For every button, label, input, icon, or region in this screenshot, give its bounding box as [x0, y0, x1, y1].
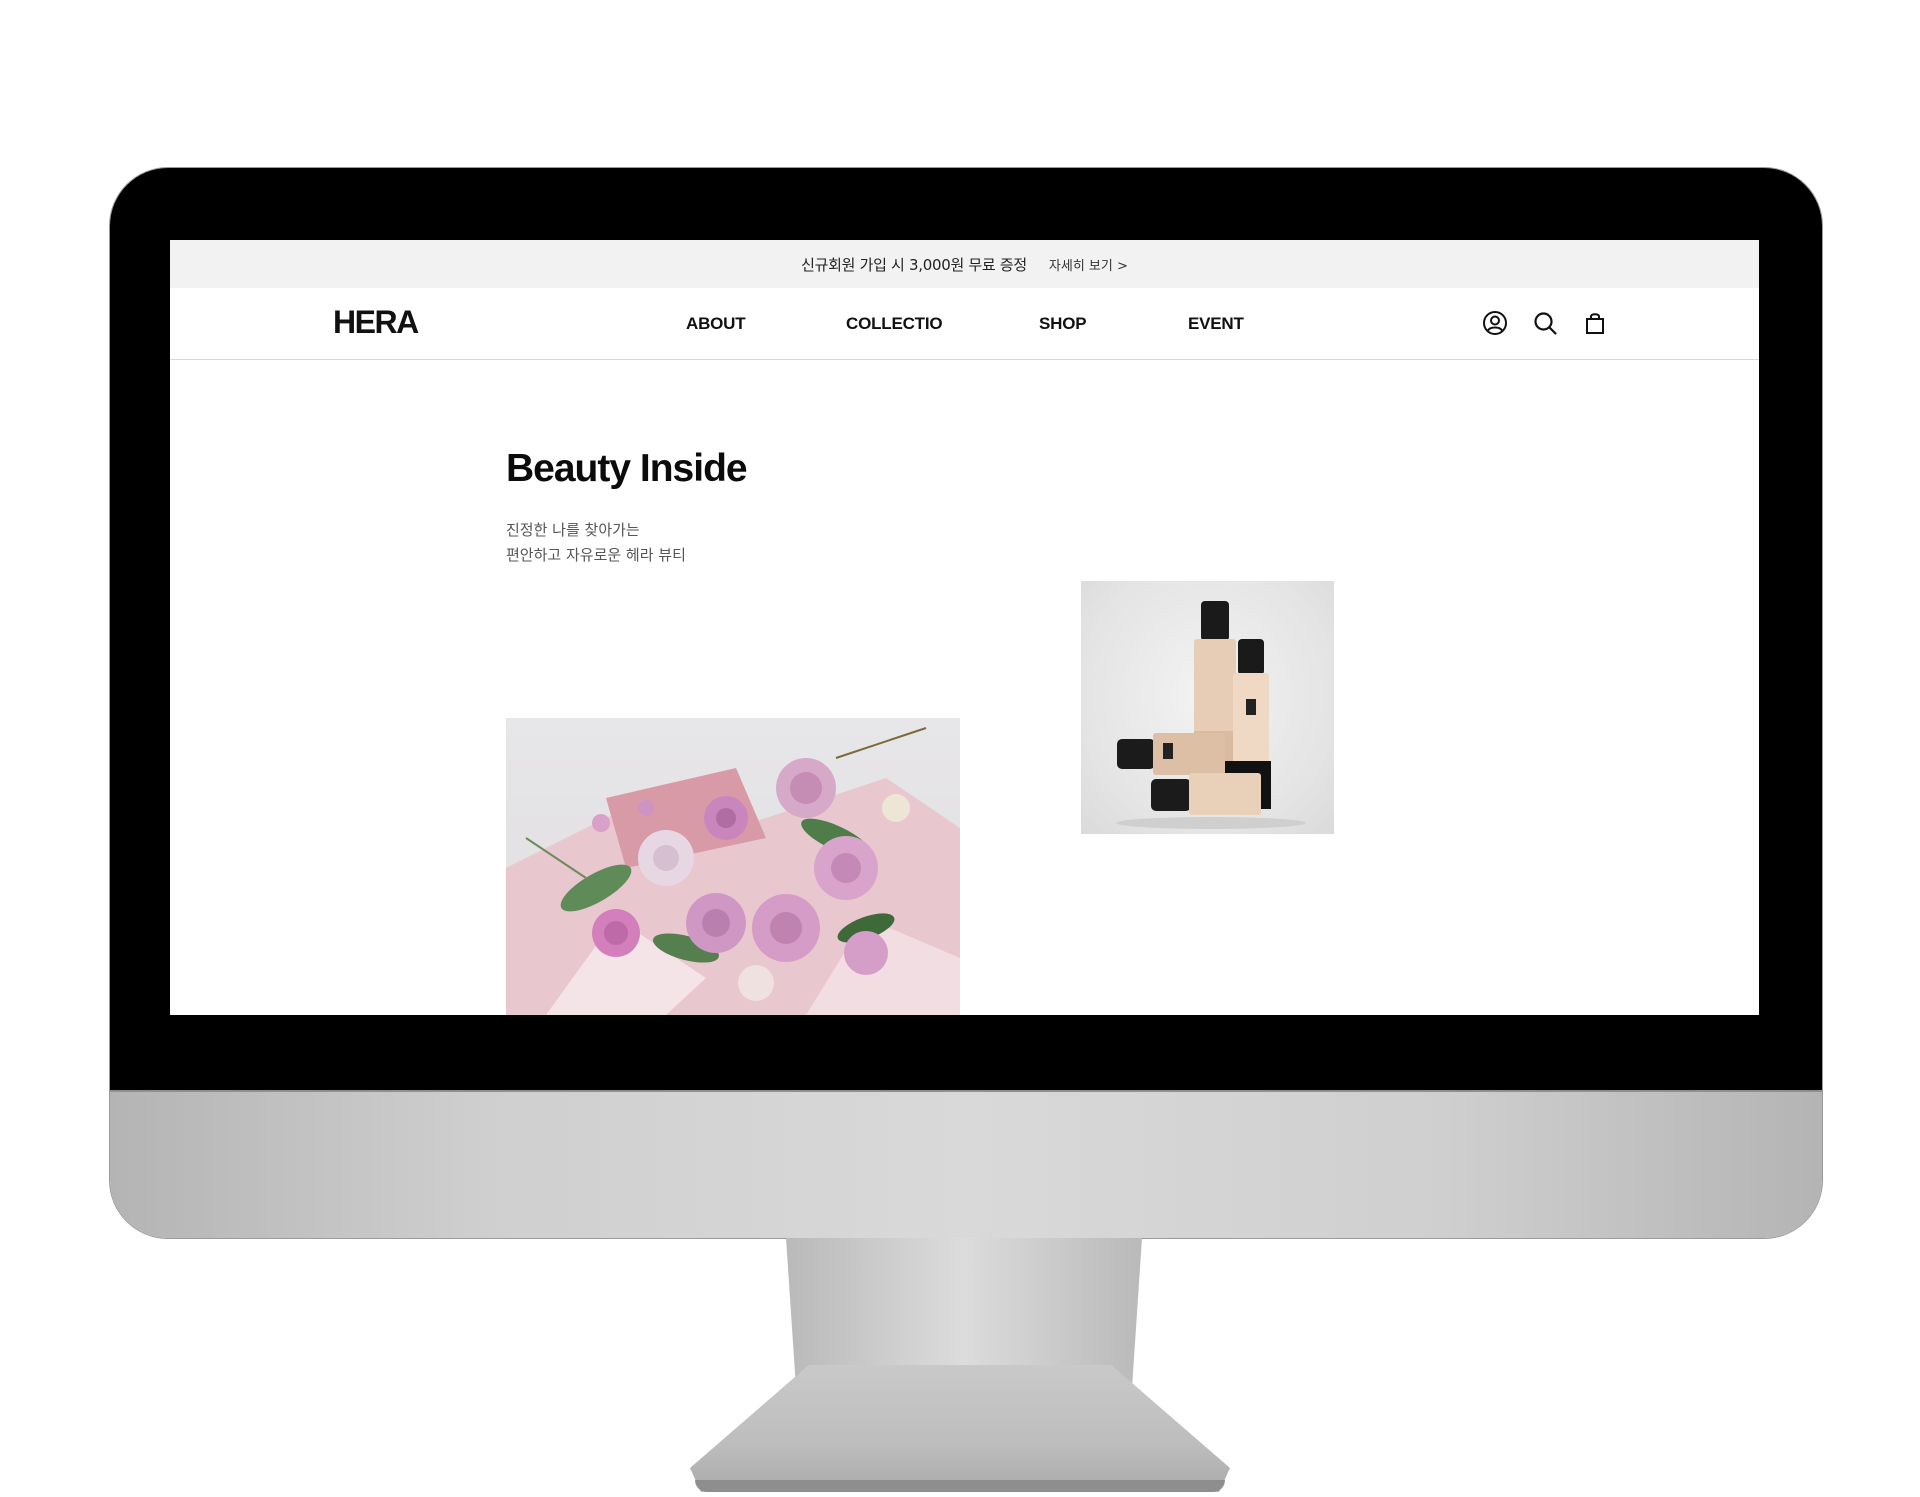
- promo-details-link[interactable]: 자세히 보기 >: [1049, 255, 1128, 274]
- hero-title: Beauty Inside: [506, 447, 748, 490]
- nav-item-collection[interactable]: COLLECTIO: [846, 314, 943, 334]
- hero-subtitle: 진정한 나를 찾아가는 편안하고 자유로운 헤라 뷰티: [506, 518, 686, 568]
- nav-item-shop[interactable]: SHOP: [1039, 314, 1087, 334]
- promo-bar: 신규회원 가입 시 3,000원 무료 증정 자세히 보기 >: [170, 240, 1759, 288]
- website-screen: 신규회원 가입 시 3,000원 무료 증정 자세히 보기 > HERA ABO…: [170, 240, 1759, 1015]
- monitor-stand-foot: [690, 1365, 1230, 1492]
- flower-bouquet-image: [506, 718, 960, 1015]
- promo-text: 신규회원 가입 시 3,000원 무료 증정: [801, 255, 1027, 274]
- search-icon[interactable]: [1532, 310, 1558, 336]
- hero-subtitle-line-2: 편안하고 자유로운 헤라 뷰티: [506, 546, 686, 564]
- site-header: HERA ABOUT COLLECTIO SHOP EVENT: [170, 288, 1759, 360]
- nav-item-event[interactable]: EVENT: [1188, 314, 1244, 334]
- monitor-stand-edge: [695, 1480, 1225, 1492]
- shopping-bag-icon[interactable]: [1582, 310, 1608, 336]
- hera-logo[interactable]: HERA: [333, 304, 419, 341]
- nav-item-about[interactable]: ABOUT: [686, 314, 746, 334]
- hero-subtitle-line-1: 진정한 나를 찾아가는: [506, 521, 640, 539]
- user-icon[interactable]: [1482, 310, 1508, 336]
- monitor-chin-seam: [110, 1090, 1822, 1092]
- foundation-product-image: [1081, 581, 1334, 834]
